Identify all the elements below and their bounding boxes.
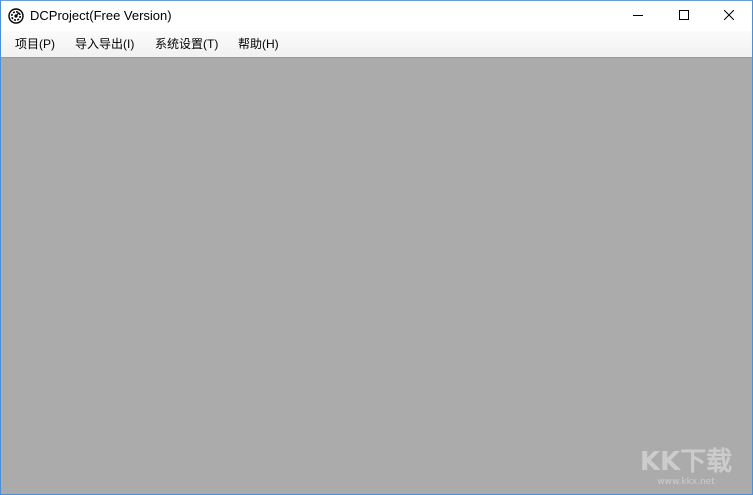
gear-cog-icon[interactable] bbox=[8, 8, 24, 24]
window-title: DCProject(Free Version) bbox=[30, 8, 172, 23]
mdi-workspace[interactable]: KK下载 www.kkx.net bbox=[1, 58, 752, 494]
menu-project[interactable]: 项目(P) bbox=[13, 31, 57, 57]
menu-bar: 项目(P) 导入导出(I) 系统设置(T) 帮助(H) bbox=[1, 31, 752, 58]
svg-text:KK下载: KK下载 bbox=[640, 447, 732, 477]
watermark-logo: KK下载 www.kkx.net bbox=[640, 447, 732, 487]
menu-system-settings[interactable]: 系统设置(T) bbox=[153, 31, 220, 57]
menu-import-export[interactable]: 导入导出(I) bbox=[73, 31, 136, 57]
close-icon bbox=[723, 7, 735, 25]
maximize-icon bbox=[679, 7, 689, 25]
close-button[interactable] bbox=[706, 1, 752, 31]
maximize-button[interactable] bbox=[661, 1, 707, 31]
app-window: DCProject(Free Version) 项目(P) 导入导出(I) 系统… bbox=[0, 0, 753, 495]
svg-text:www.kkx.net: www.kkx.net bbox=[657, 477, 715, 487]
minimize-button[interactable] bbox=[615, 1, 661, 31]
minimize-icon bbox=[633, 7, 643, 25]
title-bar[interactable]: DCProject(Free Version) bbox=[1, 1, 752, 31]
menu-help[interactable]: 帮助(H) bbox=[236, 31, 281, 57]
